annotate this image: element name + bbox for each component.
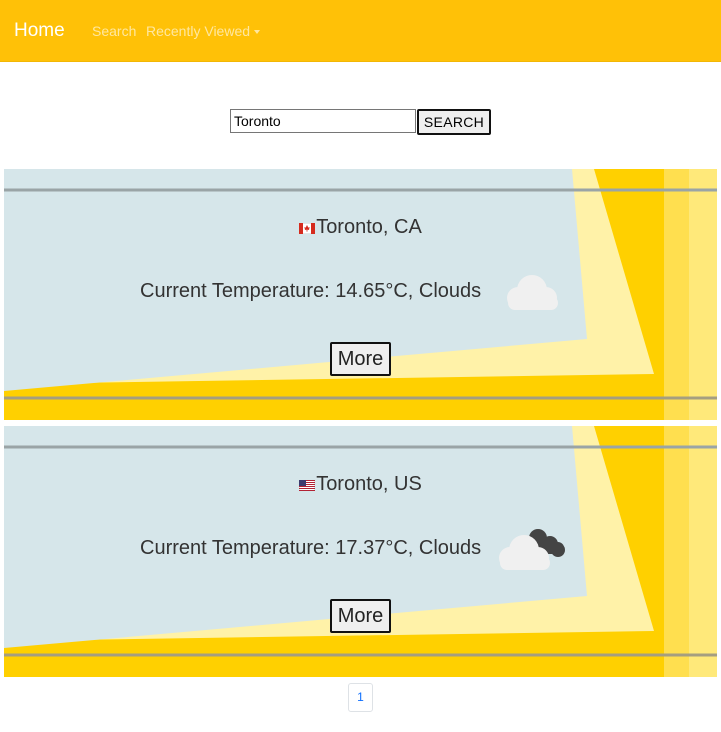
location-heading: Toronto, US xyxy=(4,472,717,496)
flag-usa-icon xyxy=(299,480,316,491)
recently-viewed-label: Recently Viewed xyxy=(146,23,251,39)
location-name: Toronto, CA xyxy=(316,216,422,238)
more-button[interactable]: More xyxy=(330,342,391,376)
flag-canada-icon xyxy=(299,223,316,234)
weather-result-card: Toronto, US Current Temperature: 17.37°C… xyxy=(4,426,717,677)
nav-recently-viewed-dropdown[interactable]: Recently Viewed xyxy=(146,23,261,39)
current-temperature: Current Temperature: 14.65°C, Clouds xyxy=(140,280,482,302)
location-heading: Toronto, CA xyxy=(4,215,717,239)
home-brand-link[interactable]: Home xyxy=(14,20,65,42)
nav-search-link[interactable]: Search xyxy=(92,23,136,39)
top-navbar: Home Search Recently Viewed xyxy=(0,0,721,62)
weather-result-card: Toronto, CA Current Temperature: 14.65°C… xyxy=(4,169,717,420)
search-button[interactable]: SEARCH xyxy=(417,109,491,135)
caret-down-icon xyxy=(254,30,261,34)
city-search-input[interactable] xyxy=(230,109,416,133)
pagination-page-1[interactable]: 1 xyxy=(348,683,373,712)
more-button[interactable]: More xyxy=(330,599,391,633)
broken-clouds-icon xyxy=(499,529,565,570)
current-temperature: Current Temperature: 17.37°C, Clouds xyxy=(140,537,482,559)
location-name: Toronto, US xyxy=(316,473,422,495)
cloud-icon xyxy=(507,275,558,310)
